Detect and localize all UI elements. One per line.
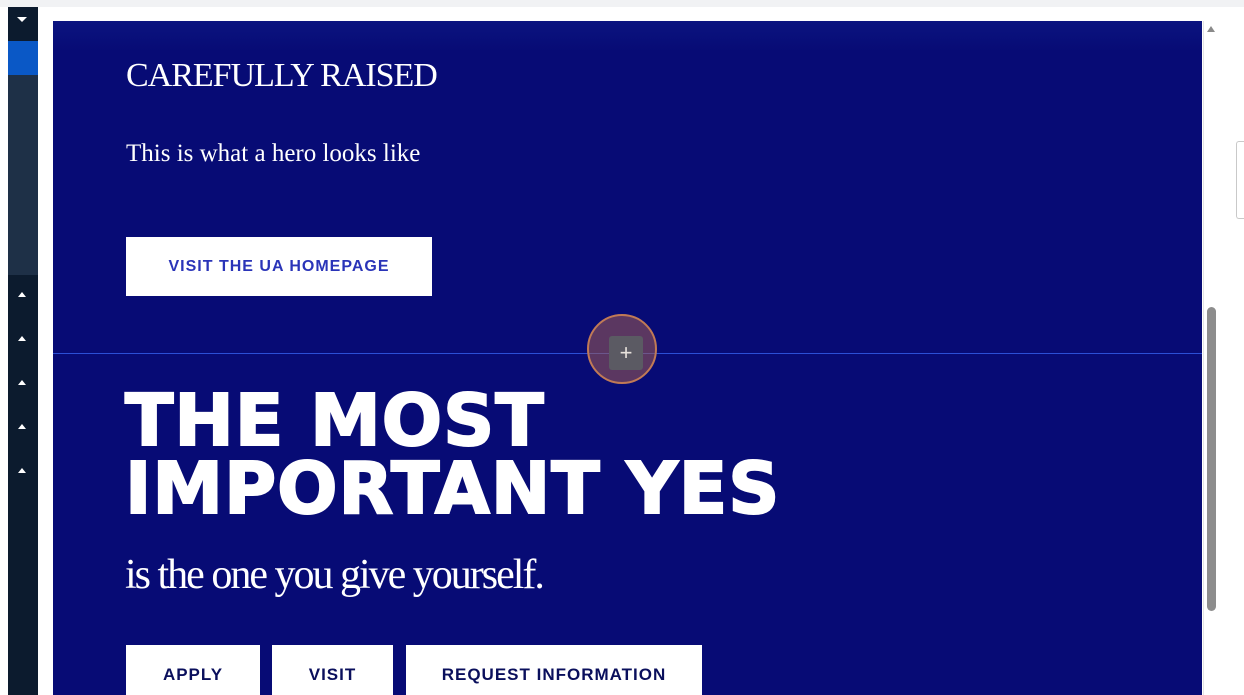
visit-button[interactable]: VISIT [272,645,393,695]
caret-up-icon[interactable] [18,336,26,341]
caret-up-icon[interactable] [18,292,26,297]
scroll-up-arrow-icon[interactable] [1207,26,1215,32]
headline-line-2: IMPORTANT YES [124,447,781,530]
caret-up-icon[interactable] [18,380,26,385]
plus-icon[interactable]: + [609,336,643,370]
canvas-top-gradient [53,21,1202,51]
hero-eyebrow: CAREFULLY RAISED [126,57,438,94]
section-tagline: is the one you give yourself. [125,552,545,598]
apply-button[interactable]: APPLY [126,645,260,695]
add-block-button[interactable]: + [587,314,657,384]
caret-down-icon[interactable] [17,17,27,22]
hero-subtitle: This is what a hero looks like [126,140,421,167]
scrollbar-thumb[interactable] [1207,307,1216,611]
editor-left-panel [8,7,38,695]
visit-homepage-button[interactable]: VISIT THE UA HOMEPAGE [126,237,432,296]
sidebar-panel-section [8,75,38,275]
top-toolbar-strip [0,0,1244,7]
caret-up-icon[interactable] [18,468,26,473]
canvas-scrollbar[interactable] [1203,21,1218,695]
section-headline: THE MOST IMPORTANT YES [124,384,780,525]
sidebar-selected-item[interactable] [8,41,38,75]
request-information-button[interactable]: REQUEST INFORMATION [406,645,702,695]
caret-up-icon[interactable] [18,424,26,429]
right-edge-panel-tab[interactable] [1236,141,1244,219]
